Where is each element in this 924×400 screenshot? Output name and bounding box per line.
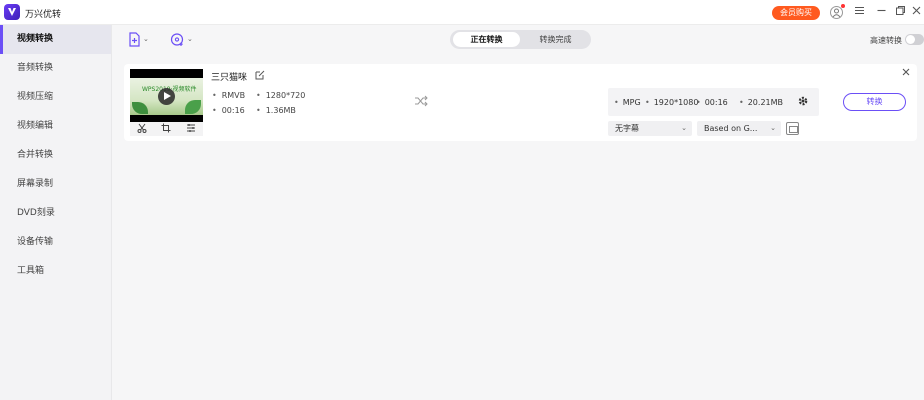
sidebar-item-video-convert[interactable]: 视频转换 (0, 25, 111, 54)
sidebar-item-video-edit[interactable]: 视频编辑 (0, 112, 111, 141)
menu-icon[interactable] (852, 5, 867, 20)
subtitle-select[interactable]: 无字幕 ⌄ (608, 121, 692, 136)
sidebar-item-merge-convert[interactable]: 合并转换 (0, 141, 111, 170)
source-resolution: 1280*720 (256, 91, 306, 100)
high-speed-label: 高速转换 (870, 36, 902, 45)
sidebar: 视频转换 音频转换 视频压缩 视频编辑 合并转换 屏幕录制 DVD刻录 设备传输… (0, 25, 112, 400)
subtitle-value: 无字幕 (615, 124, 639, 133)
add-disc-icon (170, 33, 184, 46)
output-resolution: 1920*1080 (645, 98, 699, 107)
app-title: 万兴优转 (25, 10, 62, 20)
toolbar: ⌄ ⌄ 正在转换 转换完成 高速转换 (112, 25, 924, 55)
audio-track-value: Based on G... (704, 124, 758, 133)
chevron-down-icon: ⌄ (187, 35, 193, 43)
chevron-down-icon: ⌄ (770, 124, 776, 132)
add-dvd-button[interactable]: ⌄ (170, 32, 193, 48)
vip-purchase-button[interactable]: 会员购买 (772, 6, 820, 20)
source-format: RMVB (212, 91, 245, 100)
add-file-icon (129, 32, 140, 47)
sidebar-item-audio-convert[interactable]: 音频转换 (0, 54, 111, 83)
restore-icon[interactable] (893, 5, 908, 20)
source-size: 1.36MB (256, 106, 296, 115)
output-duration: 00:16 (696, 98, 728, 107)
file-name: 三只猫咪 (211, 73, 248, 83)
minimize-icon[interactable] (874, 5, 889, 20)
edit-name-icon[interactable] (255, 70, 265, 83)
tab-converting[interactable]: 正在转换 (453, 32, 520, 47)
notification-dot (841, 4, 845, 8)
high-speed-toggle[interactable] (905, 34, 924, 45)
sidebar-item-dvd-burn[interactable]: DVD刻录 (0, 199, 111, 228)
output-settings[interactable]: MPG 1920*1080 00:16 20.21MB (608, 88, 819, 116)
subtitle-edit-icon[interactable] (786, 122, 799, 135)
thumbnail-actions (130, 122, 203, 136)
convert-button[interactable]: 转换 (843, 93, 906, 111)
audio-track-select[interactable]: Based on G... ⌄ (697, 121, 781, 136)
title-bar: 万兴优转 会员购买 (0, 0, 924, 25)
scissors-icon[interactable] (137, 123, 147, 136)
gear-icon[interactable] (797, 95, 809, 110)
close-icon[interactable] (902, 68, 910, 79)
tab-finished[interactable]: 转换完成 (522, 32, 589, 47)
sidebar-item-screen-record[interactable]: 屏幕录制 (0, 170, 111, 199)
chevron-down-icon: ⌄ (143, 35, 149, 43)
effects-list-icon[interactable] (186, 123, 196, 136)
crop-icon[interactable] (161, 123, 171, 136)
sidebar-item-toolbox[interactable]: 工具箱 (0, 257, 111, 286)
user-avatar-icon[interactable] (830, 6, 843, 19)
sidebar-item-video-compress[interactable]: 视频压缩 (0, 83, 111, 112)
convert-arrow-icon (414, 95, 428, 110)
file-card: WPS2019·视频软件 三只猫咪 RMVB 1280*720 00:16 1.… (124, 64, 917, 141)
play-icon[interactable] (158, 88, 175, 105)
video-thumbnail[interactable]: WPS2019·视频软件 (130, 69, 203, 122)
close-window-icon[interactable] (909, 5, 924, 20)
output-size: 20.21MB (739, 98, 783, 107)
sidebar-item-device-transfer[interactable]: 设备传输 (0, 228, 111, 257)
source-duration: 00:16 (212, 106, 245, 115)
conversion-status-tabs: 正在转换 转换完成 (450, 30, 591, 49)
chevron-down-icon: ⌄ (681, 124, 687, 132)
add-file-button[interactable]: ⌄ (128, 32, 149, 48)
output-format: MPG (614, 98, 641, 107)
app-logo-icon (4, 4, 20, 20)
